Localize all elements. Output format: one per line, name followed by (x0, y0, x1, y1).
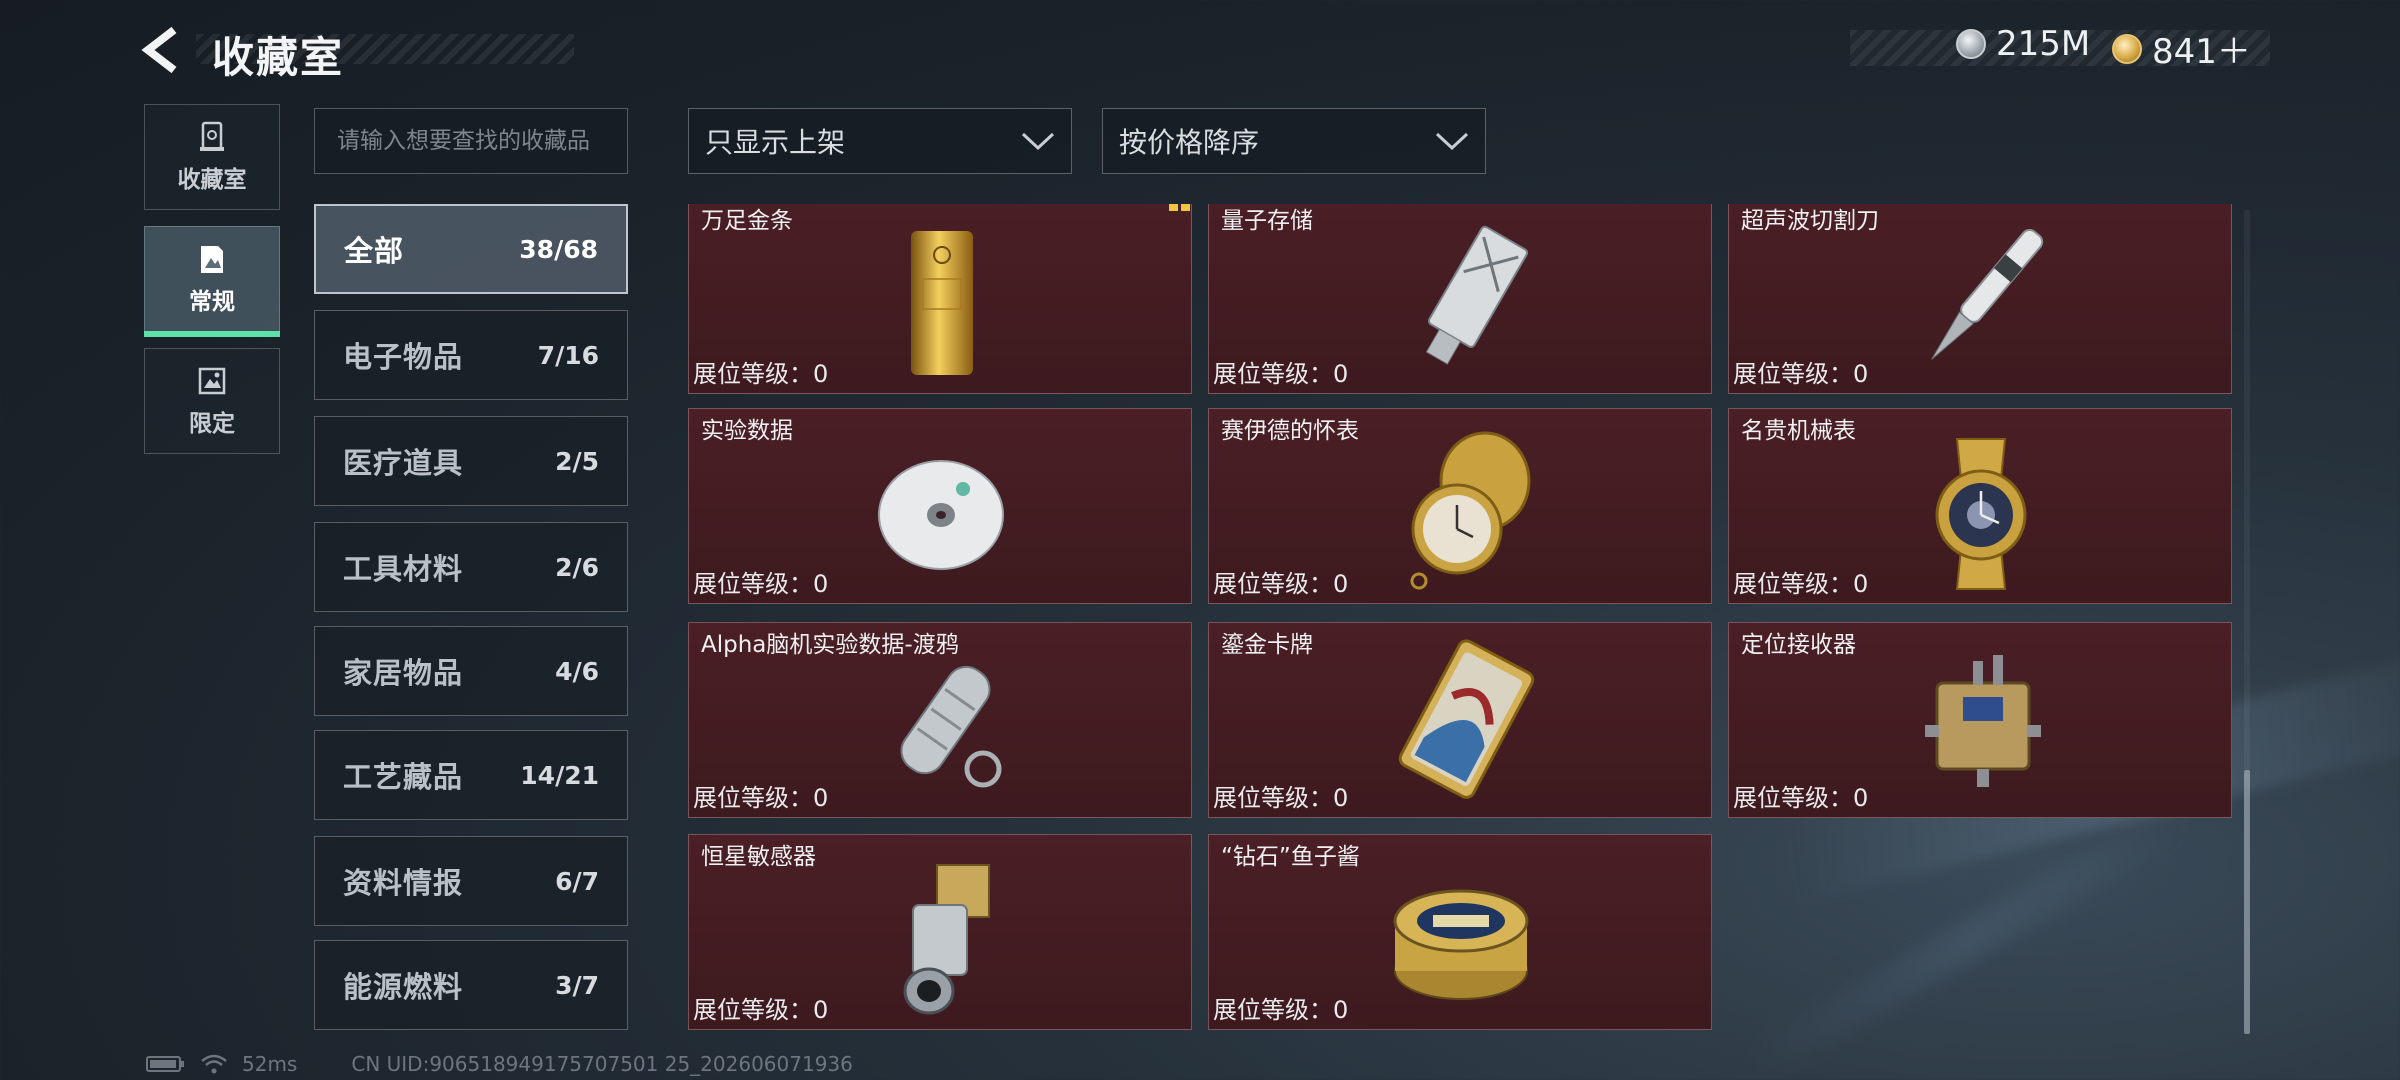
category-energy[interactable]: 能源燃料 3/7 (314, 940, 628, 1030)
silver-coin-icon (1956, 29, 1986, 59)
category-count: 2/5 (555, 446, 599, 476)
nav-tab-limited[interactable]: 限定 (144, 348, 280, 454)
category-count: 3/7 (555, 970, 599, 1000)
sort-value: 按价格降序 (1119, 126, 1260, 159)
nav-tab-collection-room[interactable]: 收藏室 (144, 104, 280, 210)
gold-coin-icon (2112, 33, 2142, 64)
gold-bar-icon (911, 231, 973, 375)
page-title: 收藏室 (212, 33, 345, 82)
category-crafts[interactable]: 工艺藏品 14/21 (314, 730, 628, 820)
ultrasonic-knife-icon (1931, 228, 2044, 360)
star-sensor-icon (903, 864, 990, 1015)
search-input[interactable] (314, 108, 628, 174)
category-count: 14/21 (520, 760, 599, 790)
category-name: 工具材料 (343, 552, 464, 586)
category-count: 38/68 (519, 234, 598, 264)
item-name: 赛伊德的怀表 (1221, 418, 1359, 444)
wifi-icon (201, 1054, 227, 1074)
item-level: 展位等级：0 (1733, 360, 1869, 388)
data-disc-icon (878, 460, 1004, 570)
item-name: 鎏金卡牌 (1221, 632, 1313, 658)
category-electronics[interactable]: 电子物品 7/16 (314, 310, 628, 400)
category-name: 家居物品 (343, 656, 464, 690)
item-level: 展位等级：0 (1213, 570, 1349, 598)
item-name: “钻石”鱼子酱 (1221, 844, 1360, 870)
shelf-filter-dropdown[interactable]: 只显示上架 (688, 108, 1072, 174)
category-name: 电子物品 (343, 340, 464, 374)
uid-text: CN UID:906518949175707501 25_20260607193… (351, 1052, 853, 1076)
category-tools[interactable]: 工具材料 2/6 (314, 522, 628, 612)
currency-silver-value: 215M (1996, 24, 2091, 64)
item-name: 超声波切割刀 (1741, 208, 1879, 234)
item-card-locator-receiver[interactable]: 定位接收器 展位等级：0 (1728, 622, 2232, 818)
shelf-filter-value: 只显示上架 (705, 126, 846, 159)
item-card-pocket-watch[interactable]: 赛伊德的怀表 展位等级：0 (1208, 408, 1712, 604)
limited-icon (198, 367, 226, 395)
category-name: 资料情报 (343, 866, 464, 900)
item-level: 展位等级：0 (1213, 996, 1349, 1024)
item-name: 实验数据 (701, 418, 793, 444)
category-count: 4/6 (555, 656, 599, 686)
item-name: 万足金条 (701, 208, 793, 234)
item-card-quantum-storage[interactable]: 量子存储 展位等级：0 (1208, 204, 1712, 394)
category-name: 全部 (344, 234, 405, 268)
item-level: 展位等级：0 (693, 570, 829, 598)
item-card-data-capsule[interactable]: Alpha脑机实验数据-渡鸦 展位等级：0 (688, 622, 1192, 818)
data-capsule-icon (900, 665, 1002, 788)
item-name: 恒星敏感器 (701, 844, 816, 870)
item-level: 展位等级：0 (1213, 360, 1349, 388)
luxury-watch-icon (1935, 438, 2027, 590)
item-card-luxury-watch[interactable]: 名贵机械表 展位等级：0 (1728, 408, 2232, 604)
category-household[interactable]: 家居物品 4/6 (314, 626, 628, 716)
category-name: 工艺藏品 (343, 760, 464, 794)
item-level: 展位等级：0 (1733, 570, 1869, 598)
regular-icon (201, 246, 223, 273)
nav-tab-label: 常规 (189, 289, 235, 315)
item-grid: 万足金条 展位等级：0 量子存储 展位等级：0 超声波切割刀 展位等级：0 实验… (686, 204, 2238, 1034)
chevron-down-icon (1021, 132, 1055, 151)
item-level: 展位等级：0 (1213, 784, 1349, 812)
back-arrow-icon[interactable] (140, 26, 188, 74)
nav-tab-regular[interactable]: 常规 (144, 226, 280, 337)
locator-receiver-icon (1925, 655, 2041, 787)
category-count: 7/16 (537, 340, 599, 370)
scrollbar-thumb[interactable] (2244, 770, 2250, 1034)
category-name: 能源燃料 (343, 970, 464, 1004)
item-level: 展位等级：0 (693, 360, 829, 388)
item-name: 定位接收器 (1741, 632, 1856, 658)
category-intel[interactable]: 资料情报 6/7 (314, 836, 628, 926)
category-medical[interactable]: 医疗道具 2/5 (314, 416, 628, 506)
currency-silver: 215M (1956, 24, 2090, 64)
item-level: 展位等级：0 (1733, 784, 1869, 812)
sort-dropdown[interactable]: 按价格降序 (1102, 108, 1486, 174)
item-card-ultrasonic-knife[interactable]: 超声波切割刀 展位等级：0 (1728, 204, 2232, 394)
category-count: 2/6 (555, 552, 599, 582)
item-card-gilded-card[interactable]: 鎏金卡牌 展位等级：0 (1208, 622, 1712, 818)
chevron-down-icon (1435, 132, 1469, 151)
category-name: 医疗道具 (343, 446, 464, 480)
battery-icon (146, 1056, 184, 1072)
category-all[interactable]: 全部 38/68 (314, 204, 628, 294)
item-card-caviar-tin[interactable]: “钻石”鱼子酱 展位等级：0 (1208, 834, 1712, 1030)
item-level: 展位等级：0 (693, 784, 829, 812)
currency-gold: 841＋ (2112, 24, 2251, 73)
gilded-card-icon (1398, 639, 1535, 799)
pocket-watch-icon (1410, 431, 1531, 590)
currency-gold-value: 841＋ (2152, 32, 2251, 72)
bookmark-tag-icon (1169, 204, 1190, 211)
ping-value: 52ms (242, 1052, 298, 1076)
collection-room-icon (200, 121, 224, 151)
item-level: 展位等级：0 (693, 996, 829, 1024)
status-bar: 52ms CN UID:906518949175707501 25_202606… (146, 1052, 853, 1076)
item-name: 量子存储 (1221, 208, 1313, 234)
item-card-data-disc[interactable]: 实验数据 展位等级：0 (688, 408, 1192, 604)
category-count: 6/7 (555, 866, 599, 896)
quantum-storage-icon (1425, 225, 1529, 365)
caviar-tin-icon (1393, 889, 1529, 1000)
item-card-gold-bar[interactable]: 万足金条 展位等级：0 (688, 204, 1192, 394)
item-card-star-sensor[interactable]: 恒星敏感器 展位等级：0 (688, 834, 1192, 1030)
nav-tab-label: 限定 (189, 411, 235, 437)
item-name: 名贵机械表 (1741, 418, 1856, 444)
nav-tab-label: 收藏室 (177, 167, 247, 193)
